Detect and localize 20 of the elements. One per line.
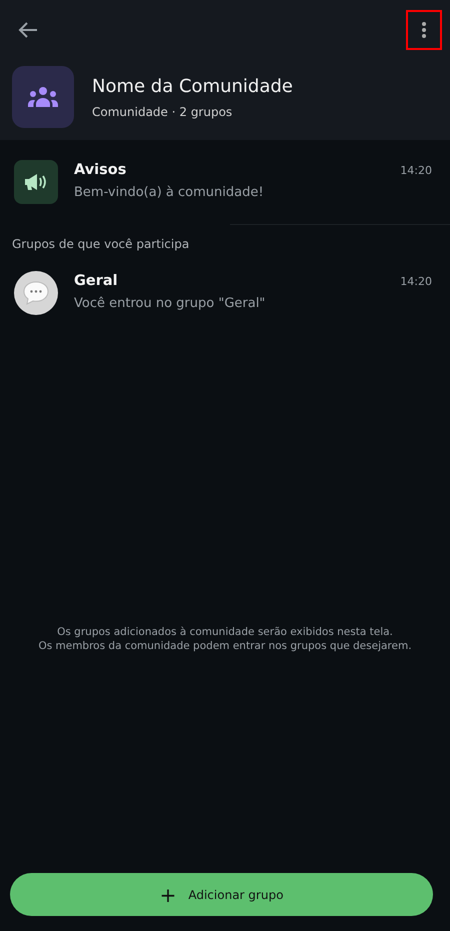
menu-button[interactable] xyxy=(406,10,442,50)
menu-icon xyxy=(421,21,427,39)
chat-bubble-icon xyxy=(22,280,50,306)
info-text: Os grupos adicionados à comunidade serão exibidos nesta tela. xyxy=(57,626,393,638)
last-message: Você entrou no grupo "Geral" xyxy=(74,296,266,311)
megaphone-icon xyxy=(23,172,49,192)
chat-name: Avisos xyxy=(74,162,128,178)
button-label: Adicionar grupo xyxy=(188,888,284,902)
info-text: Os membros da comunidade podem entrar nos grupos que desejarem. xyxy=(38,640,412,652)
back-arrow-icon xyxy=(18,21,38,39)
message-time: 14:20 xyxy=(400,163,432,177)
last-message: Bem-vindo(a) à comunidade! xyxy=(74,185,265,200)
message-time: 14:20 xyxy=(400,274,432,288)
plus-icon: + xyxy=(160,882,176,906)
community-title: Nome da Comunidade xyxy=(92,76,293,96)
chat-name: Geral xyxy=(74,273,119,289)
people-icon xyxy=(27,86,59,108)
section-label: Grupos de que você participa xyxy=(11,236,190,251)
add-group-button[interactable]: + Adicionar grupo xyxy=(10,873,433,916)
community-subtitle: Comunidade · 2 grupos xyxy=(92,104,234,118)
